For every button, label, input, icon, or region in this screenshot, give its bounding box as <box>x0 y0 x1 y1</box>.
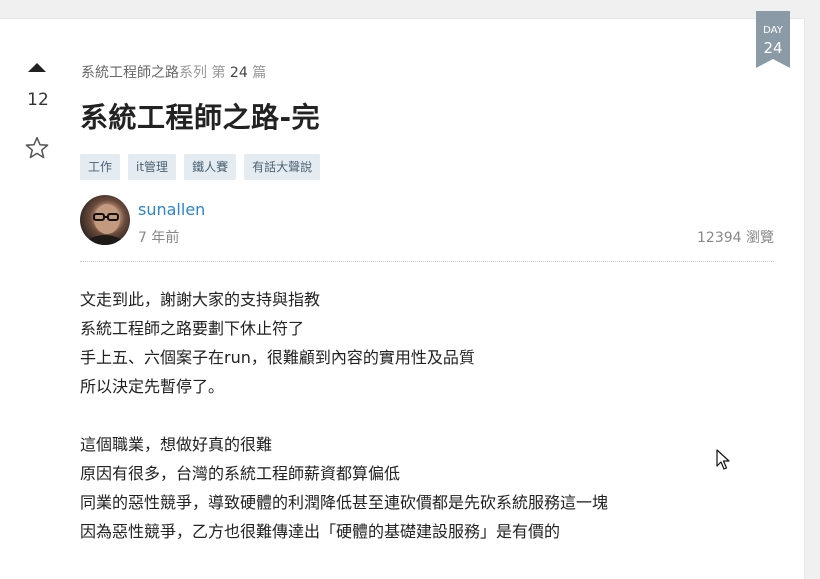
divider <box>80 261 774 262</box>
post-time: 7 年前 <box>138 230 180 246</box>
day-badge-number: 24 <box>763 39 783 57</box>
series-link[interactable]: 系統工程師之路 <box>81 65 179 81</box>
content-line: 原因有很多，台灣的系統工程師薪資都算偏低 <box>80 464 401 483</box>
content-line: 因為惡性競爭，乙方也很難傳達出「硬體的基礎建設服務」是有價的 <box>80 522 561 541</box>
tag[interactable]: 鐵人賽 <box>184 154 237 180</box>
content-line: 手上五、六個案子在run，很難顧到內容的實用性及品質 <box>80 348 475 367</box>
tag[interactable]: 有話大聲說 <box>244 154 321 180</box>
article-content: 文走到此，謝謝大家的支持與指教 系統工程師之路要劃下休止符了 手上五、六個案子在… <box>80 285 608 546</box>
content-line: 這個職業，想做好真的很難 <box>80 435 273 454</box>
series-label: 系列 <box>179 65 207 81</box>
series-di: 第 <box>211 65 226 81</box>
upvote-button[interactable] <box>28 63 46 72</box>
vote-count: 12 <box>27 90 49 110</box>
series-info: 系統工程師之路系列 第 24 篇 <box>81 62 266 82</box>
tag[interactable]: 工作 <box>80 154 121 180</box>
content-line: 同業的惡性競爭，導致硬體的利潤降低甚至連砍價都是先砍系統服務這一塊 <box>80 493 609 512</box>
article-title: 系統工程師之路-完 <box>80 101 321 134</box>
tag[interactable]: it管理 <box>128 154 177 180</box>
mouse-cursor-icon <box>716 449 730 470</box>
avatar-face-icon <box>80 204 130 245</box>
content-line: 所以決定先暫停了。 <box>80 377 225 396</box>
author-link[interactable]: sunallen <box>138 200 205 219</box>
view-count: 12394 瀏覽 <box>697 230 774 246</box>
content-line: 系統工程師之路要劃下休止符了 <box>80 319 305 338</box>
star-icon[interactable] <box>24 135 50 161</box>
avatar[interactable] <box>80 195 130 245</box>
day-badge-label: DAY <box>763 25 783 36</box>
tag-list: 工作 it管理 鐵人賽 有話大聲說 <box>80 154 321 180</box>
series-pian: 篇 <box>252 65 267 81</box>
series-number: 24 <box>229 65 248 81</box>
content-line: 文走到此，謝謝大家的支持與指教 <box>80 290 321 309</box>
